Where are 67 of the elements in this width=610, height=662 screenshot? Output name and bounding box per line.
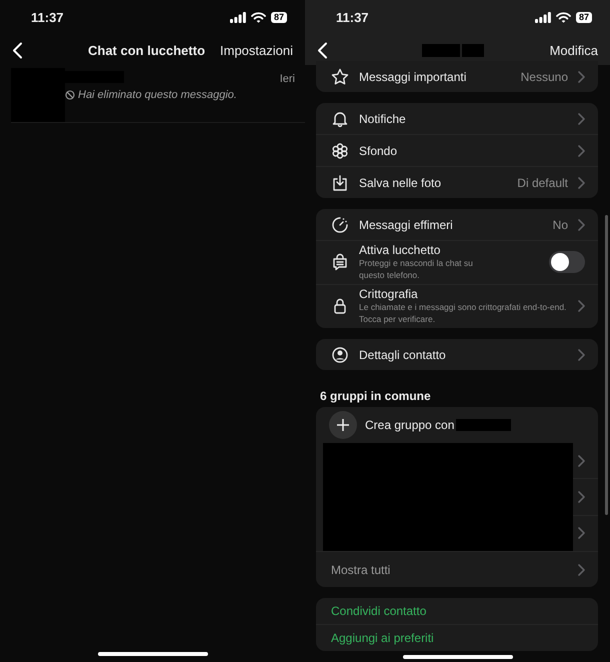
create-group-row[interactable]: Crea gruppo con [316, 407, 598, 443]
chat-row[interactable]: Ieri Hai eliminato questo messaggio. [11, 68, 305, 123]
row-label: Salva nelle foto [359, 176, 442, 190]
row-value: Di default [517, 176, 568, 190]
row-value: No [552, 218, 568, 232]
edit-link[interactable]: Modifica [550, 42, 598, 58]
status-time: 11:37 [336, 10, 369, 25]
toggle-switch[interactable] [549, 251, 585, 273]
timer-icon [331, 216, 349, 234]
chevron-icon [578, 144, 585, 156]
battery-indicator: 87 [576, 12, 592, 23]
message-preview: Hai eliminato questo messaggio. [78, 89, 237, 101]
name-redaction [462, 44, 484, 56]
section-title: 6 gruppi in comune [320, 389, 432, 403]
chevron-icon [578, 70, 585, 82]
battery-indicator: 87 [270, 12, 287, 23]
row-label: Mostra tutti [331, 562, 390, 576]
signal-icon [534, 12, 551, 23]
chevron-icon [578, 490, 585, 503]
row-label: Messaggi effimeri [359, 218, 454, 232]
chevron-icon [578, 176, 585, 188]
name-redaction [422, 44, 460, 56]
row-description: Proteggi e nascondi la chat su questo telefono. [359, 257, 474, 281]
settings-row[interactable]: Salva nelle foto Di default [316, 166, 598, 198]
settings-row[interactable]: Messaggi effimeri No [316, 209, 598, 240]
chevron-icon [578, 218, 585, 230]
bell-icon [331, 110, 349, 128]
chevron-icon [578, 527, 585, 540]
blocked-icon [65, 90, 75, 100]
settings-row[interactable]: Dettagli contatto [316, 339, 598, 370]
row-label: Notifiche [359, 112, 407, 126]
add-icon [329, 411, 357, 439]
row-label: Dettagli contatto [359, 348, 447, 362]
action-link[interactable]: Aggiungi ai preferiti [331, 631, 434, 645]
star-icon [331, 68, 349, 86]
row-value: Nessuno [520, 70, 568, 84]
chevron-icon [578, 454, 585, 467]
chevron-icon [578, 112, 585, 124]
settings-link[interactable]: Impostazioni [220, 42, 293, 58]
settings-row[interactable]: Notifiche [316, 103, 598, 134]
status-time: 11:37 [31, 10, 64, 25]
chevron-icon [578, 300, 585, 312]
show-all-row[interactable]: Mostra tutti [316, 551, 598, 587]
row-label: Attiva lucchetto [359, 243, 442, 257]
screen-title: Chat con lucchetto [87, 42, 206, 58]
flower-icon [331, 142, 349, 160]
chevron-icon [578, 348, 585, 360]
download-icon [331, 174, 349, 192]
person-icon [331, 346, 349, 364]
chat-lock-icon [331, 253, 349, 271]
action-link[interactable]: Condividi contatto [331, 604, 426, 618]
row-label: Crittografia [359, 287, 419, 301]
back-icon [317, 42, 328, 58]
row-label: Messaggi importanti [359, 70, 468, 84]
settings-row[interactable]: Sfondo [316, 134, 598, 166]
chat-time: Ieri [280, 73, 295, 85]
row-label: Sfondo [359, 144, 398, 158]
signal-icon [230, 12, 246, 23]
wifi-icon [250, 12, 266, 23]
row-label: Crea gruppo con [365, 418, 454, 432]
row-description: Le chiamate e i messaggi sono crittografati end-to-end. Tocca per verificare. [359, 301, 568, 325]
settings-row[interactable]: Messaggi importanti Nessuno [316, 61, 598, 92]
wifi-icon [556, 12, 571, 23]
avatar-redaction [11, 68, 65, 122]
chevron-icon [578, 564, 585, 576]
settings-row[interactable]: Crittografia Le chiamate e i messaggi sono crittografati end-to-end. Tocca per verificare. [316, 284, 598, 328]
back-icon [12, 42, 23, 58]
